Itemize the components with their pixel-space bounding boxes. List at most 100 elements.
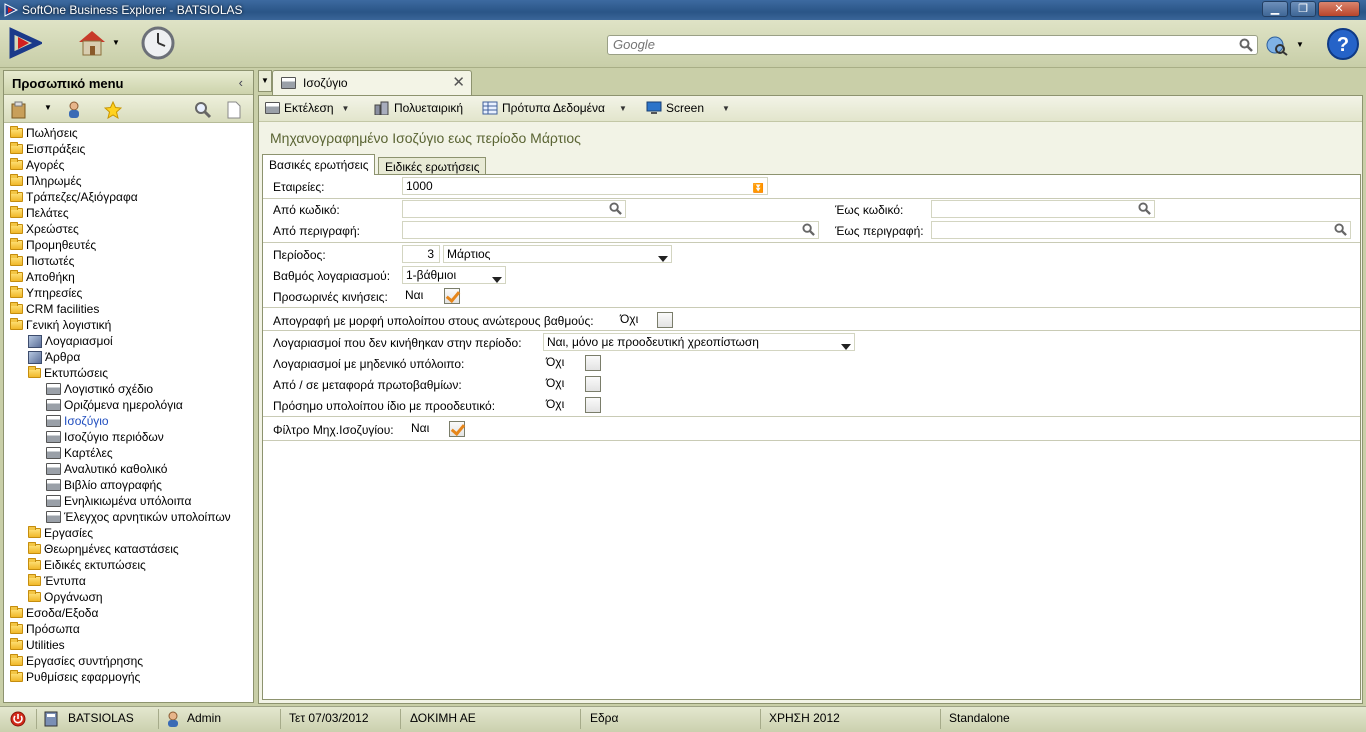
- tree-item[interactable]: Αποθήκη: [4, 269, 253, 285]
- printer-icon: [46, 399, 61, 411]
- globe-dropdown-icon[interactable]: ▼: [1296, 40, 1304, 49]
- data-templates-button[interactable]: Πρότυπα Δεδομένα ▼: [482, 101, 627, 115]
- run-dropdown-icon[interactable]: ▼: [342, 104, 350, 113]
- tab-special-questions[interactable]: Ειδικές ερωτήσεις: [378, 157, 487, 174]
- folder-icon: [10, 654, 23, 666]
- tree-item[interactable]: Πωλήσεις: [4, 125, 253, 141]
- unmoved-dropdown-icon[interactable]: [841, 338, 851, 350]
- minimize-button[interactable]: ▁: [1262, 1, 1288, 17]
- tree-item[interactable]: Ισοζύγιο περιόδων: [4, 429, 253, 445]
- screen-button[interactable]: Screen ▼: [646, 101, 730, 115]
- grade-select[interactable]: 1-βάθμιοι: [402, 266, 506, 284]
- tree-item[interactable]: Πρόσωπα: [4, 621, 253, 637]
- tab-isozygio[interactable]: Ισοζύγιο ✕: [272, 70, 472, 95]
- clipboard-icon[interactable]: [10, 101, 28, 119]
- to-desc-field[interactable]: [931, 221, 1351, 239]
- temp-moves-checkbox[interactable]: [444, 288, 460, 304]
- companies-field[interactable]: 1000 ⏬: [402, 177, 768, 195]
- tree-item[interactable]: Αγορές: [4, 157, 253, 173]
- find-icon[interactable]: [194, 101, 212, 119]
- tree-item[interactable]: Αναλυτικό καθολικό: [4, 461, 253, 477]
- tree-item[interactable]: Οργάνωση: [4, 589, 253, 605]
- run-button[interactable]: Εκτέλεση ▼: [265, 101, 349, 115]
- search-icon[interactable]: [1239, 38, 1253, 52]
- clipboard-dropdown-icon[interactable]: ▼: [44, 103, 52, 112]
- period-dropdown-icon[interactable]: [658, 250, 668, 262]
- from-desc-field[interactable]: [402, 221, 819, 239]
- tree-item[interactable]: Εργασίες συντήρησης: [4, 653, 253, 669]
- unmoved-select[interactable]: Ναι, μόνο με προοδευτική χρεοπίστωση: [543, 333, 855, 351]
- status-firm: ΔΟΚΙΜΗ ΑΕ: [410, 711, 476, 725]
- tree-item[interactable]: Ρυθμίσεις εφαρμογής: [4, 669, 253, 685]
- tree-item[interactable]: Ενηλικιωμένα υπόλοιπα: [4, 493, 253, 509]
- tree-item[interactable]: Υπηρεσίες: [4, 285, 253, 301]
- multicompany-button[interactable]: Πολυεταιρική: [374, 101, 463, 115]
- tree-item[interactable]: Τράπεζες/Αξιόγραφα: [4, 189, 253, 205]
- templates-dropdown-icon[interactable]: ▼: [619, 104, 627, 113]
- sign-checkbox[interactable]: [585, 397, 601, 413]
- close-button[interactable]: ✕: [1318, 1, 1360, 17]
- to-desc-search-icon[interactable]: [1334, 223, 1347, 236]
- softone-home-icon[interactable]: [8, 26, 42, 60]
- tree-item[interactable]: Έντυπα: [4, 573, 253, 589]
- grade-dropdown-icon[interactable]: [492, 271, 502, 283]
- tree-item[interactable]: Εκτυπώσεις: [4, 365, 253, 381]
- tree-item[interactable]: Χρεώστες: [4, 221, 253, 237]
- tree-item[interactable]: Λογιστικό σχέδιο: [4, 381, 253, 397]
- house-dropdown-icon[interactable]: ▼: [112, 38, 120, 47]
- tree-item[interactable]: Βιβλίο απογραφής: [4, 477, 253, 493]
- to-code-field[interactable]: [931, 200, 1155, 218]
- maximize-button[interactable]: ❐: [1290, 1, 1316, 17]
- google-search-box[interactable]: [607, 35, 1258, 55]
- tree-item[interactable]: Εισπράξεις: [4, 141, 253, 157]
- house-icon[interactable]: [76, 26, 110, 60]
- power-icon[interactable]: [10, 711, 26, 727]
- tree-item[interactable]: Θεωρημένες καταστάσεις: [4, 541, 253, 557]
- title-bar: SoftOne Business Explorer - BATSIOLAS ▁ …: [0, 0, 1366, 20]
- tree-item[interactable]: Λογαριασμοί: [4, 333, 253, 349]
- action-toolbar: Εκτέλεση ▼ Πολυεταιρική Πρότυπα Δεδομένα…: [259, 96, 1362, 122]
- favorites-star-icon[interactable]: [104, 101, 122, 119]
- tree-item[interactable]: CRM facilities: [4, 301, 253, 317]
- transfer-checkbox[interactable]: [585, 376, 601, 392]
- screen-dropdown-icon[interactable]: ▼: [722, 104, 730, 113]
- tree-item[interactable]: Οριζόμενα ημερολόγια: [4, 397, 253, 413]
- companies-lookup-icon[interactable]: ⏬: [753, 180, 764, 194]
- tree-item[interactable]: Καρτέλες: [4, 445, 253, 461]
- tree-item[interactable]: Πιστωτές: [4, 253, 253, 269]
- tree-item[interactable]: Πληρωμές: [4, 173, 253, 189]
- web-search-globe-icon[interactable]: [1266, 36, 1288, 56]
- search-input[interactable]: [611, 36, 1231, 53]
- printer-icon: [46, 431, 61, 443]
- tree-item[interactable]: Πελάτες: [4, 205, 253, 221]
- period-select[interactable]: Μάρτιος: [443, 245, 672, 263]
- from-code-label: Από κωδικό:: [273, 203, 340, 217]
- tree-item[interactable]: Ισοζύγιο: [4, 413, 253, 429]
- tree-item-label: Λογιστικό σχέδιο: [64, 382, 154, 396]
- from-code-search-icon[interactable]: [609, 202, 622, 215]
- tab-list-dropdown-icon[interactable]: ▼: [258, 70, 272, 92]
- from-desc-search-icon[interactable]: [802, 223, 815, 236]
- close-tab-icon[interactable]: ✕: [452, 73, 465, 91]
- collapse-panel-icon[interactable]: ‹: [239, 75, 243, 90]
- from-code-field[interactable]: [402, 200, 626, 218]
- tree-item[interactable]: Άρθρα: [4, 349, 253, 365]
- to-code-search-icon[interactable]: [1138, 202, 1151, 215]
- tree-item[interactable]: Έλεγχος αρνητικών υπολοίπων: [4, 509, 253, 525]
- document-icon[interactable]: [226, 101, 242, 119]
- period-number-field[interactable]: 3: [402, 245, 440, 263]
- tree-item[interactable]: Γενική λογιστική: [4, 317, 253, 333]
- tree-item[interactable]: Προμηθευτές: [4, 237, 253, 253]
- user-icon[interactable]: [66, 101, 84, 119]
- clock-icon[interactable]: [141, 26, 175, 60]
- tab-basic-questions[interactable]: Βασικές ερωτήσεις: [262, 154, 376, 175]
- tree-item[interactable]: Εργασίες: [4, 525, 253, 541]
- zero-balance-checkbox[interactable]: [585, 355, 601, 371]
- folder-icon: [28, 590, 41, 602]
- help-icon[interactable]: ?: [1326, 27, 1360, 61]
- tree-item[interactable]: Utilities: [4, 637, 253, 653]
- inventory-checkbox[interactable]: [657, 312, 673, 328]
- tree-item[interactable]: Εσοδα/Εξοδα: [4, 605, 253, 621]
- tree-item[interactable]: Ειδικές εκτυπώσεις: [4, 557, 253, 573]
- filter-checkbox[interactable]: [449, 421, 465, 437]
